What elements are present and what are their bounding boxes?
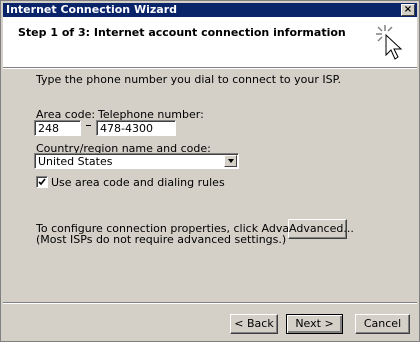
wizard-window: Internet Connection Wizard × Step 1 of 3… (0, 0, 420, 342)
advanced-info-line2: (Most ISPs do not require advanced setti… (36, 233, 287, 246)
footer-separator (3, 302, 417, 304)
instruction-text: Type the phone number you dial to connec… (36, 73, 341, 86)
area-code-value: 248 (38, 122, 59, 135)
phone-separator-dash (86, 125, 91, 126)
title-bar[interactable]: Internet Connection Wizard × (3, 3, 417, 17)
window-title: Internet Connection Wizard (6, 3, 177, 16)
close-button[interactable]: × (401, 4, 415, 16)
next-button[interactable]: Next > (286, 314, 343, 334)
step-title: Step 1 of 3: Internet account connection… (18, 26, 346, 39)
wizard-header: Step 1 of 3: Internet account connection… (3, 17, 417, 68)
close-icon: × (403, 4, 413, 15)
checkmark-icon (38, 178, 46, 186)
cancel-button[interactable]: Cancel (355, 314, 410, 334)
chevron-down-icon[interactable] (224, 155, 237, 167)
phone-number-value: 478-4300 (100, 122, 153, 135)
phone-number-input[interactable]: 478-4300 (96, 120, 176, 136)
area-code-input[interactable]: 248 (34, 120, 81, 136)
header-divider (3, 68, 417, 69)
advanced-button[interactable]: Advanced... (288, 219, 354, 239)
dialing-rules-label[interactable]: Use area code and dialing rules (51, 176, 225, 189)
wizard-sparkle-cursor-icon (376, 25, 403, 60)
country-value: United States (38, 155, 113, 168)
country-select[interactable]: United States (34, 153, 239, 169)
dialing-rules-checkbox[interactable] (36, 176, 48, 188)
back-button[interactable]: < Back (230, 314, 278, 334)
